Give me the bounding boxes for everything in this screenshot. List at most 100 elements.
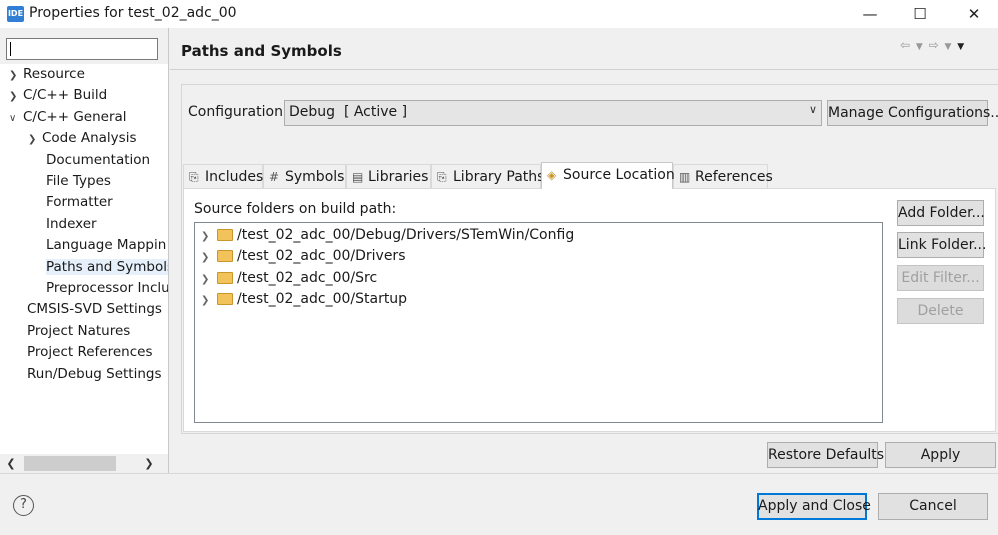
header-divider [170, 69, 998, 70]
page-title: Paths and Symbols [181, 42, 342, 60]
tree-item[interactable]: Project Natures [9, 321, 130, 342]
apply-and-close-button[interactable]: Apply and Close [757, 493, 871, 520]
edit-filter-button[interactable]: Edit Filter... [897, 265, 984, 291]
list-item[interactable]: ❯ /test_02_adc_00/Debug/Drivers/STemWin/C… [201, 225, 574, 246]
help-icon[interactable]: ? [13, 495, 34, 516]
folder-icon [217, 250, 233, 263]
tree-item[interactable]: Documentation [28, 150, 150, 171]
filter-input[interactable] [6, 38, 158, 60]
tab-label: References [695, 169, 773, 185]
apply-button[interactable]: Apply [885, 442, 996, 468]
back-arrow-icon[interactable]: ⇦ [900, 38, 911, 52]
forward-menu-icon[interactable]: ▼ [945, 42, 953, 52]
back-menu-icon[interactable]: ▼ [916, 42, 924, 52]
tab-library-paths[interactable]: ⎘ Library Paths [431, 164, 545, 188]
tree-item[interactable]: File Types [28, 171, 111, 192]
delete-button[interactable]: Delete [897, 298, 984, 324]
scroll-left-icon[interactable]: ❮ [2, 454, 20, 474]
configuration-label: Configuration: [188, 104, 288, 120]
tree-item[interactable]: ❯ Resource [9, 64, 85, 85]
tab-label: Libraries [368, 169, 429, 185]
tree-item[interactable]: ∨ C/C++ General [9, 107, 127, 128]
cancel-button[interactable]: Cancel [878, 493, 988, 520]
chevron-right-icon[interactable]: ❯ [201, 247, 217, 268]
tree-item-label: CMSIS-SVD Settings [27, 301, 162, 318]
footer-divider [0, 473, 998, 474]
references-icon: ▥ [679, 170, 691, 184]
restore-defaults-button[interactable]: Restore Defaults [767, 442, 884, 468]
forward-arrow-icon[interactable]: ⇨ [929, 38, 940, 52]
source-folders-list[interactable]: ❯ /test_02_adc_00/Debug/Drivers/STemWin/C… [194, 222, 883, 423]
properties-tree: ❯ Resource ❯ C/C++ Build ∨ C/C++ General ❯ Code… [0, 64, 168, 454]
tree-item[interactable]: ❯ Code Analysis [28, 128, 136, 149]
tree-item-label: C/C++ Build [23, 87, 108, 104]
window-title: Properties for test_02_adc_00 [29, 5, 237, 21]
app-icon: IDE [7, 6, 24, 22]
chevron-right-icon[interactable]: ❯ [201, 226, 217, 247]
configuration-select[interactable]: Debug [ Active ] ∨ [284, 100, 822, 126]
add-folder-button[interactable]: Add Folder... [897, 200, 985, 226]
configuration-select-value: Debug [ Active ] [289, 104, 408, 120]
tree-item[interactable]: Language Mappin [28, 235, 166, 256]
folder-icon [217, 229, 233, 241]
tree-item-label: Code Analysis [42, 130, 137, 147]
chevron-down-icon: ∨ [808, 103, 817, 116]
tree-item-label: Run/Debug Settings [27, 365, 162, 382]
list-item[interactable]: ❯ /test_02_adc_00/Startup [201, 289, 407, 310]
tab-includes[interactable]: ⎘ Includes [183, 164, 263, 188]
library-paths-icon: ⎘ [437, 170, 447, 184]
tree-item[interactable]: Indexer [28, 214, 97, 235]
list-item[interactable]: ❯ /test_02_adc_00/Src [201, 268, 377, 289]
pane-splitter[interactable] [168, 28, 169, 473]
chevron-right-icon[interactable]: ❯ [201, 269, 217, 290]
tree-item[interactable]: Preprocessor Inclu [28, 278, 168, 299]
tree-item[interactable]: Run/Debug Settings [9, 364, 162, 385]
tree-item-label: Resource [23, 66, 85, 82]
tab-label: Source Location [563, 167, 675, 183]
list-item[interactable]: ❯ /test_02_adc_00/Drivers [201, 246, 406, 267]
tree-item[interactable]: Formatter [28, 192, 113, 213]
page-navigation: ⇦ ▼ ⇨ ▼ ▼ [900, 38, 965, 52]
chevron-right-icon[interactable]: ❯ [9, 86, 23, 107]
link-folder-button[interactable]: Link Folder... [897, 232, 986, 258]
chevron-right-icon[interactable]: ❯ [201, 290, 217, 311]
folder-icon [217, 271, 233, 284]
minimize-icon[interactable]: — [847, 0, 893, 28]
tree-item[interactable]: ❯ C/C++ Build [9, 85, 107, 106]
folder-icon [217, 292, 233, 305]
tree-item-label: Paths and Symbols [46, 258, 168, 275]
scroll-right-icon[interactable]: ❯ [140, 454, 158, 474]
maximize-icon[interactable]: ☐ [897, 0, 943, 28]
scrollbar-thumb[interactable] [24, 456, 116, 471]
source-folders-label: Source folders on build path: [194, 201, 397, 217]
hash-icon: # [269, 170, 280, 184]
tab-label: Library Paths [453, 169, 545, 185]
tree-item[interactable]: Project References [9, 342, 153, 363]
tree-item-label: C/C++ General [23, 108, 127, 125]
view-menu-icon[interactable]: ▼ [957, 42, 965, 52]
folder-path: /test_02_adc_00/Src [237, 269, 378, 286]
tree-item-label: Language Mappin [46, 237, 167, 254]
tab-source-location[interactable]: ◈ Source Location [541, 162, 675, 189]
tab-symbols[interactable]: # Symbols [263, 164, 346, 188]
chevron-right-icon[interactable]: ❯ [28, 129, 42, 150]
tree-item-label: Preprocessor Inclu [46, 280, 168, 296]
tab-references[interactable]: ▥ References [673, 164, 773, 188]
includes-icon: ⎘ [189, 170, 199, 184]
source-folder-icon: ◈ [547, 168, 557, 182]
close-icon[interactable]: ✕ [951, 0, 997, 28]
tab-label: Includes [205, 169, 264, 185]
tree-item[interactable]: CMSIS-SVD Settings [9, 299, 162, 320]
chevron-down-icon[interactable]: ∨ [9, 108, 23, 129]
tab-libraries[interactable]: ▤ Libraries [346, 164, 431, 188]
libraries-icon: ▤ [352, 170, 364, 184]
folder-path: /test_02_adc_00/Drivers [237, 248, 406, 265]
tree-item-label: Project Natures [27, 322, 131, 339]
tree-item-label: Indexer [46, 215, 97, 232]
tree-item[interactable]: Paths and Symbols [28, 257, 168, 278]
manage-configurations-button[interactable]: Manage Configurations... [827, 100, 998, 126]
tree-item-label: File Types [46, 173, 111, 189]
chevron-right-icon[interactable]: ❯ [9, 65, 23, 86]
folder-path: /test_02_adc_00/Debug/Drivers/STemWin/Co… [237, 227, 575, 243]
tree-horizontal-scrollbar[interactable]: ❮ ❯ [0, 454, 168, 474]
